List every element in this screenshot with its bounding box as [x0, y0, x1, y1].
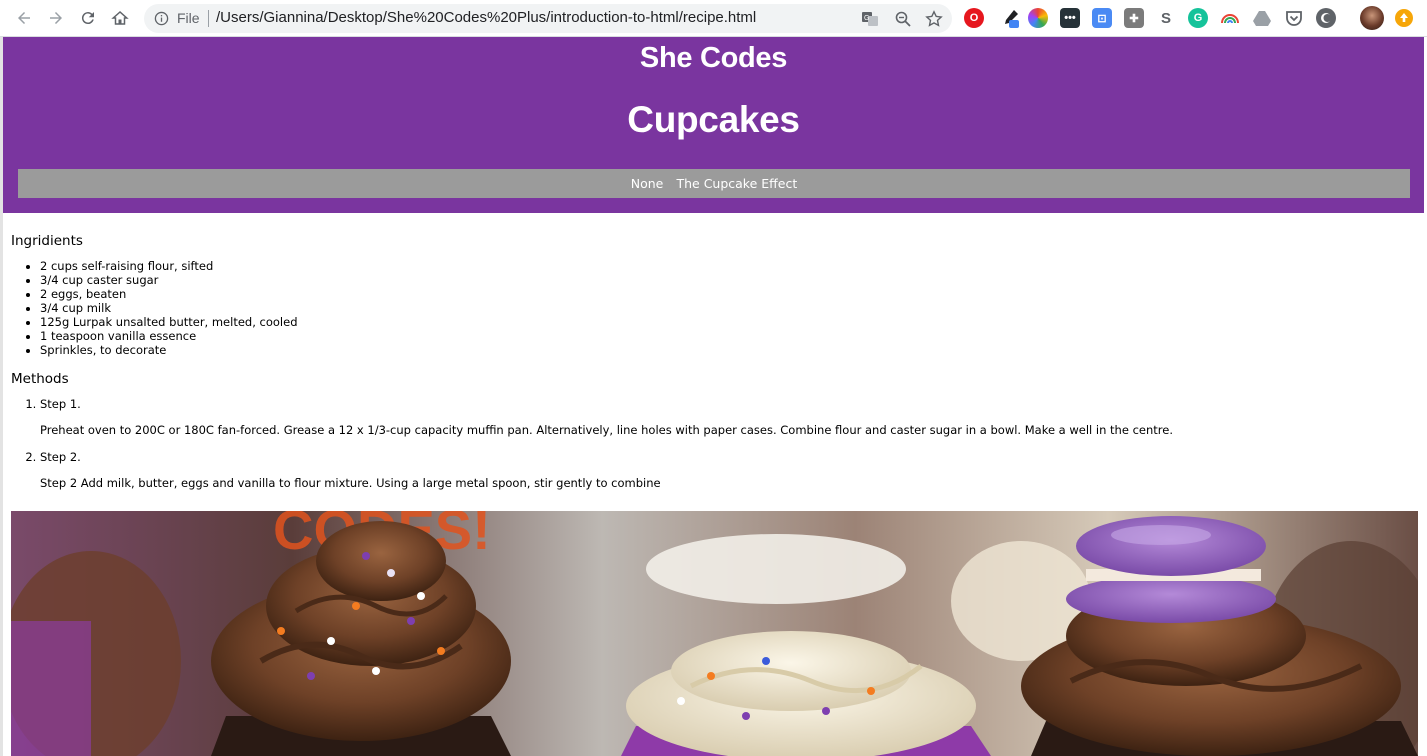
skype-icon[interactable]: S	[1156, 8, 1176, 28]
update-icon[interactable]	[1395, 9, 1413, 27]
ingredients-heading: Ingridients	[11, 233, 83, 249]
arrow-right-icon	[50, 12, 62, 24]
zoom-icon[interactable]	[894, 10, 912, 28]
arrow-left-icon	[18, 12, 30, 24]
step-title: Step 1.	[40, 397, 81, 411]
back-button[interactable]	[12, 6, 36, 30]
brand-title: She Codes	[639, 42, 788, 74]
cupcakes-illustration: CODES!	[11, 511, 1418, 756]
translate-icon[interactable]: G	[861, 10, 879, 28]
svg-text:G: G	[864, 15, 869, 22]
step-description: Preheat oven to 200C or 180C fan-forced.…	[40, 423, 1173, 437]
ingredient-item: 2 eggs, beaten	[40, 287, 1411, 301]
step-description: Step 2 Add milk, butter, eggs and vanill…	[40, 476, 661, 490]
nav-link-none[interactable]: None	[631, 169, 664, 198]
translate-ext-icon[interactable]: ⊡	[1092, 8, 1112, 28]
pocket-icon[interactable]	[1284, 8, 1304, 28]
url-text[interactable]: /Users/Giannina/Desktop/She%20Codes%20Pl…	[216, 9, 756, 26]
dots-icon[interactable]: •••	[1060, 8, 1080, 28]
reload-button[interactable]	[76, 6, 100, 30]
file-label: File	[177, 10, 200, 26]
ingredient-item: 2 cups self-raising flour, sifted	[40, 259, 1411, 273]
step-title: Step 2.	[40, 450, 81, 464]
circle-icon[interactable]	[1316, 8, 1336, 28]
ingredient-item: 1 teaspoon vanilla essence	[40, 329, 1411, 343]
reload-icon	[81, 12, 94, 25]
page-title: Cupcakes	[627, 99, 800, 140]
star-icon[interactable]	[925, 10, 943, 28]
home-button[interactable]	[108, 6, 132, 30]
ingredient-item: 3/4 cup caster sugar	[40, 273, 1411, 287]
header-banner: She Codes Cupcakes None The Cupcake Effe…	[3, 37, 1424, 213]
method-step: Step 2. Step 2 Add milk, butter, eggs an…	[40, 450, 1411, 490]
ingredient-item: Sprinkles, to decorate	[40, 343, 1411, 357]
methods-list: Step 1. Preheat oven to 200C or 180C fan…	[11, 397, 1411, 490]
drive-icon[interactable]	[1252, 8, 1272, 28]
profile-avatar[interactable]	[1360, 6, 1384, 30]
method-step: Step 1. Preheat oven to 200C or 180C fan…	[40, 397, 1411, 437]
browser-toolbar: File /Users/Giannina/Desktop/She%20Codes…	[0, 0, 1427, 37]
cupcakes-photo: CODES!	[11, 511, 1418, 756]
recipe-content: Ingridients 2 cups self-raising flour, s…	[11, 233, 1411, 503]
home-icon	[111, 10, 129, 25]
rainbow-icon[interactable]	[1220, 8, 1240, 28]
address-bar[interactable]: File /Users/Giannina/Desktop/She%20Codes…	[144, 4, 952, 33]
eyedropper-icon[interactable]	[1000, 8, 1020, 28]
omnibox-divider	[208, 10, 209, 27]
methods-heading: Methods	[11, 371, 69, 387]
puzzle-icon[interactable]: ✚	[1124, 8, 1144, 28]
navbar: None The Cupcake Effect	[18, 169, 1410, 198]
ingredient-item: 125g Lurpak unsalted butter, melted, coo…	[40, 315, 1411, 329]
forward-button[interactable]	[44, 6, 68, 30]
grammarly-icon[interactable]: G	[1188, 8, 1208, 28]
opera-icon[interactable]: O	[964, 8, 984, 28]
ingredient-item: 3/4 cup milk	[40, 301, 1411, 315]
info-icon[interactable]	[154, 11, 169, 26]
colorwheel-icon[interactable]	[1028, 8, 1048, 28]
nav-link-cupcake-effect[interactable]: The Cupcake Effect	[676, 169, 797, 198]
ingredients-list: 2 cups self-raising flour, sifted 3/4 cu…	[11, 259, 1411, 357]
